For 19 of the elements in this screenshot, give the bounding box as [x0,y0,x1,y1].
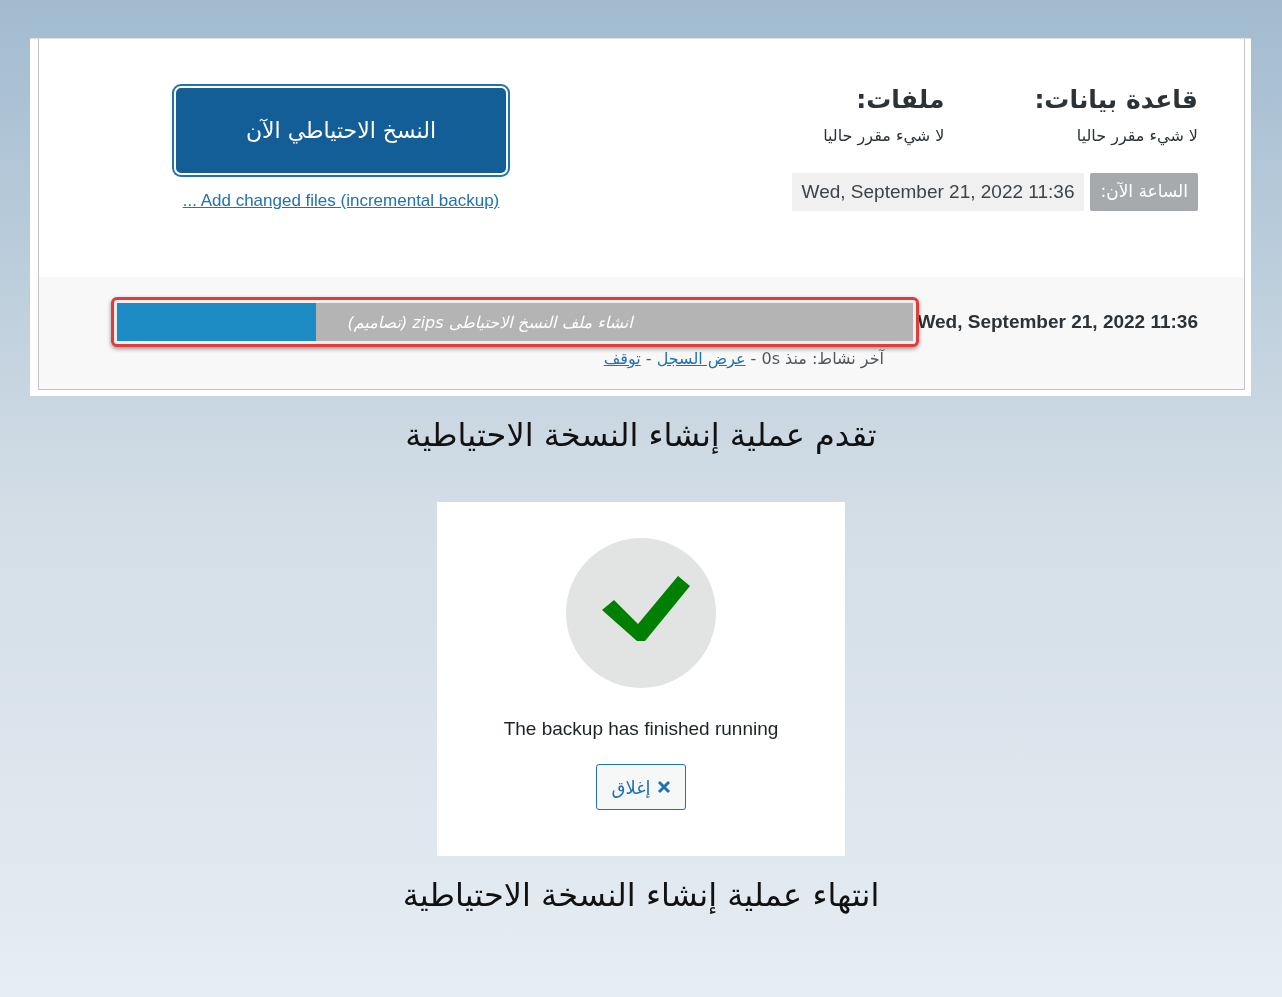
schedule-heading: قاعدة بيانات: [1034,85,1198,114]
view-log-link[interactable]: عرض السجل [656,349,746,368]
stop-link[interactable]: توقف [603,349,641,368]
activity-text: آخر نشاط: منذ 0s - عرض السجل - توقف [603,349,884,368]
time-label: الساعة الآن: [1090,173,1198,211]
success-message: The backup has finished running [503,718,779,740]
caption: تقدم عملية إنشاء النسخة الاحتياطية [404,416,878,454]
backup-start-time: Wed, September 21, 2022 11:36 [917,311,1198,333]
success-check-icon [566,538,716,688]
schedule-heading: ملفات: [856,85,945,114]
close-button[interactable]: إغلاق [596,764,686,810]
close-icon [656,780,671,794]
backup-now-button[interactable]: النسخ الاحتياطي الآن [174,86,508,175]
schedule-status: لا شيء مقرر حاليا [823,126,945,145]
current-time: Wed, September 21, 2022 11:36 [791,173,1085,211]
schedule-status: لا شيء مقرر حاليا [1076,126,1198,145]
incremental-backup-link[interactable]: ... Add changed files (incremental backup) [182,191,500,211]
caption: انتهاء عملية إنشاء النسخة الاحتياطية [401,876,881,914]
progress-status: انشاء ملف النسخ الاحتياطى zips (تصاميم) [347,311,635,334]
